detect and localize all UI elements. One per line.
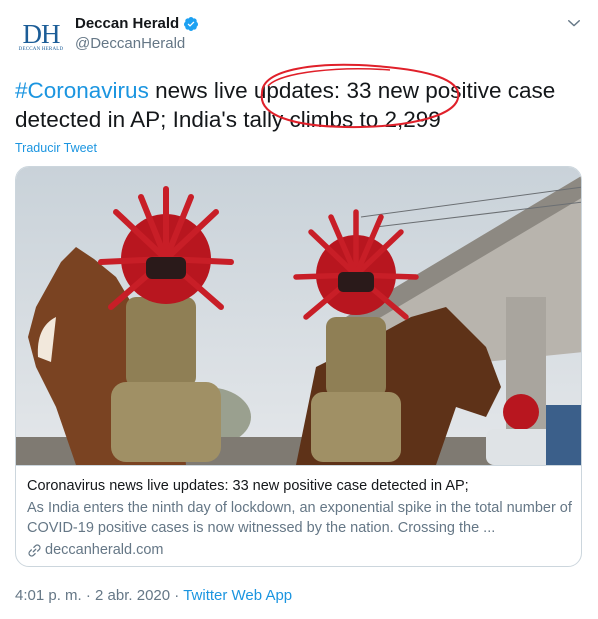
- card-text-area[interactable]: Coronavirus news live updates: 33 new po…: [16, 465, 581, 558]
- display-name[interactable]: Deccan Herald: [75, 14, 179, 34]
- account-info: Deccan Herald @DeccanHerald: [75, 14, 199, 54]
- tweet-header: DH DECCAN HERALD Deccan Herald @DeccanHe…: [15, 12, 583, 60]
- hashtag-link[interactable]: #Coronavirus: [15, 78, 149, 103]
- account-handle[interactable]: @DeccanHerald: [75, 34, 199, 54]
- link-icon: [28, 543, 41, 557]
- source-app-link[interactable]: Twitter Web App: [183, 587, 292, 604]
- avatar-logo-subtext: DECCAN HERALD: [18, 47, 64, 52]
- tweet-time[interactable]: 4:01 p. m.: [15, 587, 82, 604]
- card-domain: deccanherald.com: [27, 540, 164, 560]
- card-domain-text: deccanherald.com: [45, 542, 164, 558]
- verified-badge-icon: [184, 17, 199, 31]
- chevron-down-icon[interactable]: [565, 14, 583, 32]
- translate-tweet-link[interactable]: Traducir Tweet: [15, 141, 97, 155]
- tweet-date[interactable]: 2 abr. 2020: [95, 587, 170, 604]
- avatar-logo-text: DH: [22, 19, 61, 49]
- link-preview-card[interactable]: Coronavirus news live updates: 33 new po…: [15, 166, 582, 567]
- tweet-metadata: 4:01 p. m. · 2 abr. 2020 · Twitter Web A…: [15, 586, 292, 606]
- meta-separator: ·: [81, 587, 96, 604]
- meta-separator-2: ·: [170, 587, 184, 604]
- tweet-text: #Coronavirus news live updates: 33 new p…: [15, 76, 585, 134]
- avatar[interactable]: DH DECCAN HERALD: [18, 14, 64, 60]
- card-description: As India enters the ninth day of lockdow…: [27, 500, 572, 536]
- card-image[interactable]: [16, 167, 582, 465]
- card-title: Coronavirus news live updates: 33 new po…: [27, 478, 469, 494]
